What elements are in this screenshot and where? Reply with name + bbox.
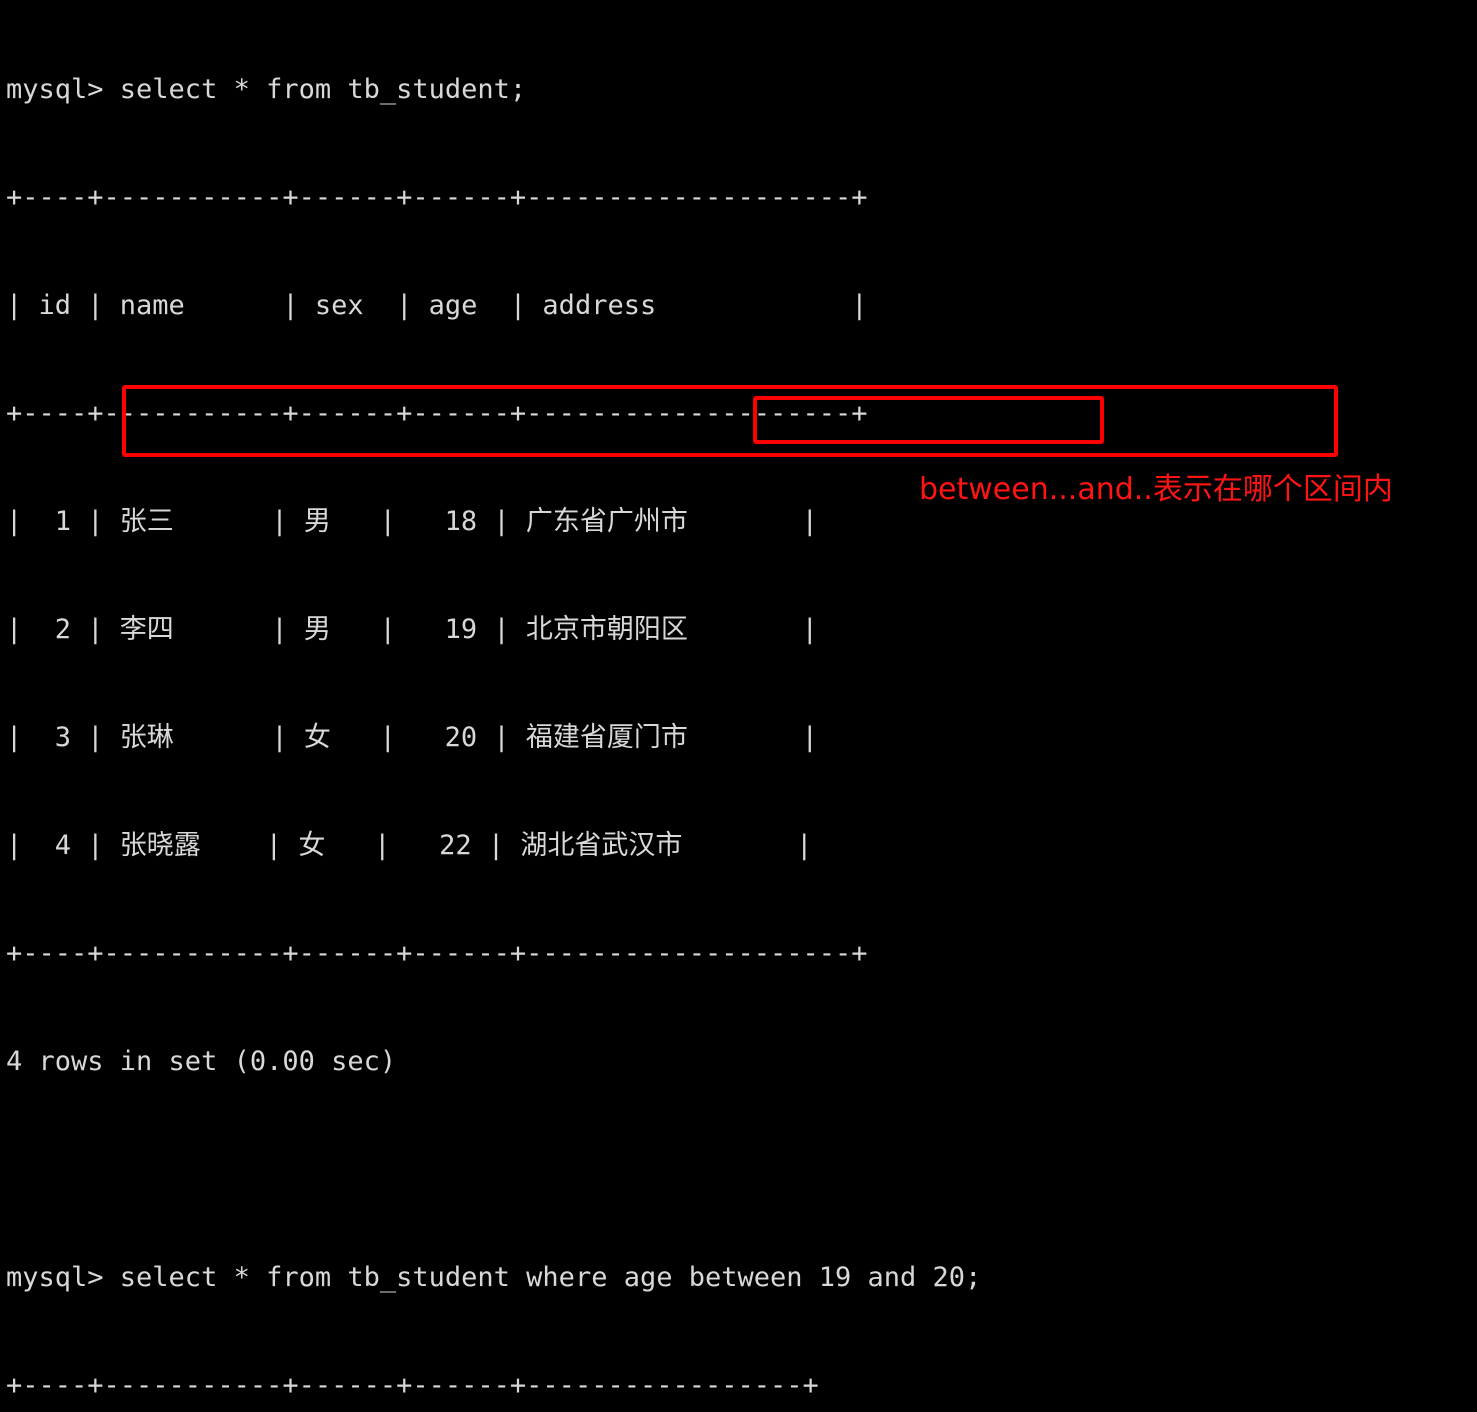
terminal-line-table1-header: | id | name | sex | age | address | xyxy=(6,290,868,321)
terminal-line-table2-top-rule: +----+-----------+------+------+--------… xyxy=(6,1370,819,1401)
terminal-line-table1-bot-rule: +----+-----------+------+------+--------… xyxy=(6,938,868,969)
terminal-line-table1-mid-rule: +----+-----------+------+------+--------… xyxy=(6,398,868,429)
terminal-output: mysql> select * from tb_student; +----+-… xyxy=(6,0,981,1412)
terminal-line-query2-command: mysql> select * from tb_student where ag… xyxy=(6,1262,982,1293)
table-row: | 4 | 张晓露 | 女 | 22 | 湖北省武汉市 | xyxy=(6,830,813,861)
table-row: | 3 | 张琳 | 女 | 20 | 福建省厦门市 | xyxy=(6,722,818,753)
annotation-note-between-and: between...and..表示在哪个区间内 xyxy=(919,472,1393,507)
terminal-line-table1-top-rule: +----+-----------+------+------+--------… xyxy=(6,182,868,213)
table-row: | 1 | 张三 | 男 | 18 | 广东省广州市 | xyxy=(6,506,818,537)
terminal-line-query1-footer: 4 rows in set (0.00 sec) xyxy=(6,1046,397,1077)
terminal-line-query1-command: mysql> select * from tb_student; xyxy=(6,74,527,105)
terminal-window[interactable]: mysql> select * from tb_student; +----+-… xyxy=(0,0,1477,1401)
table-row: | 2 | 李四 | 男 | 19 | 北京市朝阳区 | xyxy=(6,614,818,645)
